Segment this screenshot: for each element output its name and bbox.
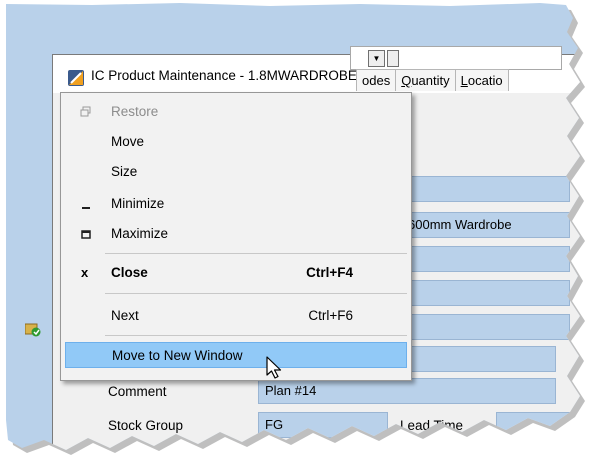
tab-barcodes[interactable]: odes (356, 69, 396, 91)
menu-item-next[interactable]: Next Ctrl+F6 (61, 303, 411, 329)
menu-item-restore[interactable]: Restore (61, 99, 411, 125)
combo-extra-button[interactable] (387, 50, 399, 67)
menu-separator (105, 335, 407, 336)
menu-item-label: Restore (111, 104, 159, 119)
menu-item-minimize[interactable]: Minimize (61, 191, 411, 217)
stock-group-value: FG (265, 417, 284, 432)
field-row-3[interactable] (390, 246, 570, 272)
field-row-5[interactable] (390, 314, 570, 340)
stock-group-label: Stock Group (108, 418, 184, 433)
menu-separator (105, 253, 407, 254)
tab-strip: odes Quantity Locatio (356, 69, 508, 91)
menu-item-label: Next (111, 308, 139, 323)
tab-location[interactable]: Locatio (455, 69, 509, 91)
comment-edit-icon[interactable] (25, 323, 41, 337)
menu-item-shortcut: Ctrl+F4 (306, 265, 353, 280)
menu-item-move[interactable]: Move (61, 129, 411, 155)
field-row-4[interactable] (390, 280, 570, 306)
comment-value: Plan #14 (265, 383, 317, 398)
menu-item-shortcut: Ctrl+F6 (308, 308, 353, 323)
menu-item-label: Maximize (111, 226, 169, 241)
menu-item-label: Size (111, 164, 138, 179)
menu-item-label: Minimize (111, 196, 165, 211)
tab-quantity[interactable]: Quantity (395, 69, 455, 91)
mouse-cursor-icon (266, 356, 284, 380)
menu-separator (105, 293, 407, 294)
description-text: 600mm Wardrobe (408, 217, 512, 232)
minimize-icon (79, 197, 93, 211)
menu-item-size[interactable]: Size (61, 159, 411, 185)
menu-item-move-to-new-window[interactable]: Move to New Window (65, 342, 407, 368)
menu-item-close[interactable]: x Close Ctrl+F4 (61, 260, 411, 286)
menu-item-maximize[interactable]: Maximize (61, 221, 411, 247)
maximize-icon (79, 227, 93, 241)
screenshot-frame: IC Product Maintenance - 1.8MWARDROBE - … (0, 0, 598, 459)
restore-icon (79, 105, 93, 119)
menu-item-label: Move (111, 134, 145, 149)
comment-label: Comment (108, 384, 167, 399)
close-icon: x (81, 265, 89, 280)
system-menu: Restore Move Size Minimize Maximize x Cl… (60, 92, 412, 381)
app-icon[interactable] (67, 69, 85, 87)
menu-item-label: Close (111, 265, 148, 280)
field-row-1[interactable] (390, 176, 570, 202)
menu-item-label: Move to New Window (112, 348, 243, 363)
combo-dropdown-button[interactable]: ▼ (368, 50, 385, 67)
